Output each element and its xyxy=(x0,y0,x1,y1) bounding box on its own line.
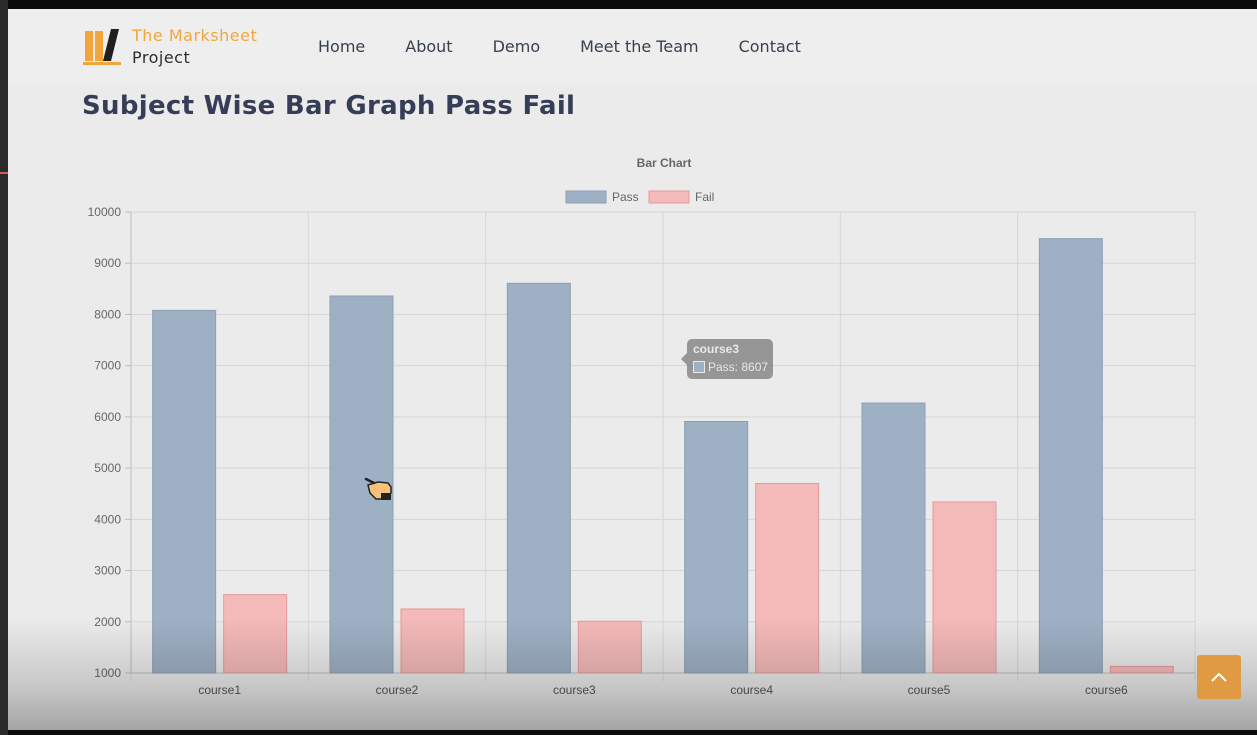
left-window-strip xyxy=(0,0,8,735)
y-tick-label: 5000 xyxy=(94,461,121,475)
y-tick-label: 3000 xyxy=(94,564,121,578)
legend-swatch-fail xyxy=(648,190,690,204)
x-tick-label: course3 xyxy=(553,683,596,697)
bar-fail-course6 xyxy=(1109,665,1174,674)
browser-viewport: The Marksheet Project Home About Demo Me… xyxy=(8,9,1257,730)
bar-fail-course1 xyxy=(223,594,288,674)
x-tick-label: course1 xyxy=(198,683,241,697)
y-tick-label: 6000 xyxy=(94,410,121,424)
chart-tooltip: course3 Pass: 8607 xyxy=(681,339,773,379)
bar-fail-course3 xyxy=(577,620,642,674)
x-tick-label: course5 xyxy=(908,683,951,697)
bar-pass-course5 xyxy=(861,402,926,674)
bar-fail-course5 xyxy=(932,501,997,674)
tooltip-swatch xyxy=(693,361,705,373)
bar-pass-course3 xyxy=(506,282,571,674)
legend-swatch-pass xyxy=(565,190,607,204)
y-tick-label: 1000 xyxy=(94,666,121,680)
bar-pass-course4 xyxy=(684,420,749,674)
bar-pass-course1 xyxy=(152,309,217,674)
legend-label-pass: Pass xyxy=(612,190,639,204)
legend-label-fail: Fail xyxy=(695,190,714,204)
bar-chart: Bar Chart Pass Fail 1000 2000 3000 4000 5000 600… xyxy=(88,156,1196,697)
y-tick-label: 4000 xyxy=(94,512,121,526)
tooltip-text: Pass: 8607 xyxy=(708,360,769,374)
y-tick-label: 2000 xyxy=(94,615,121,629)
y-tick-label: 9000 xyxy=(94,256,121,270)
y-tick-label: 7000 xyxy=(94,359,121,373)
y-tick-label: 10000 xyxy=(88,205,122,219)
chevron-up-icon xyxy=(1211,672,1227,682)
scroll-top-button[interactable] xyxy=(1197,655,1241,699)
tooltip-title: course3 xyxy=(693,342,740,356)
x-tick-label: course2 xyxy=(376,683,419,697)
chart-title: Bar Chart xyxy=(637,156,692,170)
y-tick-label: 8000 xyxy=(94,307,121,321)
bar-fail-course4 xyxy=(755,482,820,674)
bar-fail-course2 xyxy=(400,608,465,674)
bar-pass-course6 xyxy=(1038,238,1103,674)
x-tick-label: course6 xyxy=(1085,683,1128,697)
strip-marker xyxy=(0,172,8,174)
hand-pointer-icon xyxy=(364,473,394,507)
x-tick-label: course4 xyxy=(730,683,773,697)
